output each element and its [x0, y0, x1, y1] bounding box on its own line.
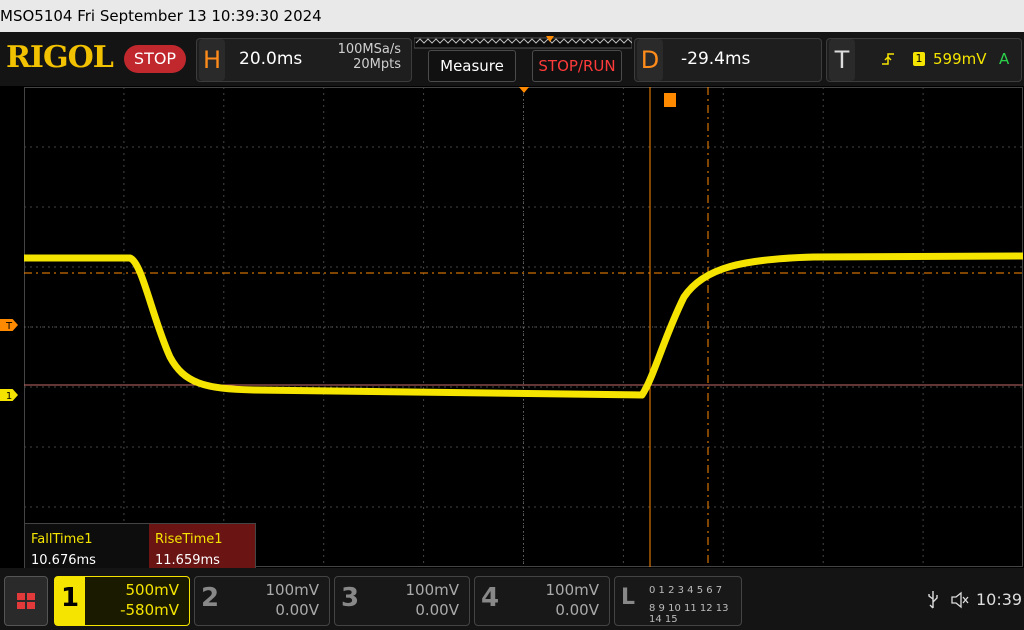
speaker-muted-icon[interactable]	[950, 591, 970, 609]
measurement-panel[interactable]: FallTime1 10.676ms RiseTime1 11.659ms	[24, 523, 256, 569]
channel-4-offset: 0.00V	[555, 601, 599, 619]
channel-3-offset: 0.00V	[415, 601, 459, 619]
trigger-level-marker[interactable]: T	[0, 319, 18, 331]
channel-3-number: 3	[341, 583, 360, 613]
top-toolbar: RIGOL STOP H 20.0ms 100MSa/s 20Mpts Meas…	[0, 32, 1024, 86]
channel-2-offset: 0.00V	[275, 601, 319, 619]
channel-1-offset: -580mV	[120, 601, 179, 619]
trigger-position-marker[interactable]	[519, 87, 529, 93]
clock: 10:39	[976, 590, 1023, 609]
timebase-value: 20.0ms	[239, 49, 303, 69]
trigger-letter: T	[829, 39, 855, 81]
sample-rate: 100MSa/s	[337, 42, 401, 57]
run-state-badge[interactable]: STOP	[124, 45, 186, 73]
measurement-fall-label: FallTime1	[31, 532, 93, 547]
delay-marker[interactable]	[664, 93, 676, 107]
channel-3-box[interactable]: 3 100mV 0.00V	[334, 576, 470, 626]
channel-4-number: 4	[481, 583, 500, 613]
channel-1-box[interactable]: 1 500mV -580mV	[54, 576, 190, 626]
logic-channels-row2: 8 9 10 11 12 13 14 15	[649, 603, 729, 625]
measurement-fall-value: 10.676ms	[31, 553, 96, 568]
channel1-ground-marker-label: 1	[5, 391, 13, 402]
horizontal-letter: H	[199, 39, 225, 81]
measurement-rise-label: RiseTime1	[155, 532, 223, 547]
usb-icon	[928, 591, 938, 609]
trigger-edge-icon	[882, 53, 894, 65]
horizontal-panel[interactable]: H 20.0ms 100MSa/s 20Mpts	[196, 38, 412, 82]
delay-value: -29.4ms	[681, 49, 751, 69]
graticule	[24, 87, 1024, 567]
measure-button[interactable]: Measure	[428, 50, 516, 82]
channel-4-scale: 100mV	[545, 581, 599, 599]
memory-depth: 20Mpts	[353, 57, 401, 72]
delay-panel[interactable]: D -29.4ms	[634, 38, 822, 82]
channel-2-scale: 100mV	[265, 581, 319, 599]
channel1-waveform	[24, 252, 1024, 399]
channel-bar: 1 500mV -580mV 2 100mV 0.00V 3 100mV 0.0…	[0, 568, 1024, 630]
logic-box[interactable]: L 0 1 2 3 4 5 6 7 8 9 10 11 12 13 14 15	[614, 576, 742, 626]
channel-1-scale: 500mV	[125, 581, 179, 599]
logic-letter: L	[621, 585, 636, 610]
title-bar: MSO5104 Fri September 13 10:39:30 2024	[0, 0, 1024, 32]
delay-letter: D	[637, 39, 663, 81]
measurement-rise: RiseTime1 11.659ms	[149, 524, 255, 568]
trigger-mode: A	[999, 50, 1010, 68]
brand-logo: RIGOL	[6, 40, 114, 75]
waveform-display[interactable]	[24, 87, 1024, 567]
measurement-fall: FallTime1 10.676ms	[25, 524, 151, 568]
title-bar-text: MSO5104 Fri September 13 10:39:30 2024	[0, 7, 322, 25]
channel-4-box[interactable]: 4 100mV 0.00V	[474, 576, 610, 626]
menu-button[interactable]	[4, 576, 48, 626]
trigger-level-marker-label: T	[5, 321, 13, 332]
waveform-overview	[414, 36, 632, 49]
channel-2-number: 2	[201, 583, 220, 613]
trigger-source-badge: 1	[913, 52, 925, 66]
trigger-panel[interactable]: T 1 599mV A	[826, 38, 1022, 82]
logic-channels-row1: 0 1 2 3 4 5 6 7	[649, 585, 723, 596]
channel-2-box[interactable]: 2 100mV 0.00V	[194, 576, 330, 626]
channel1-ground-marker[interactable]: 1	[0, 389, 18, 401]
trigger-level: 599mV	[933, 50, 987, 68]
channel-3-scale: 100mV	[405, 581, 459, 599]
channel-1-number: 1	[61, 583, 80, 613]
menu-icon	[17, 593, 35, 609]
measurement-rise-value: 11.659ms	[155, 553, 220, 568]
stop-run-button[interactable]: STOP/RUN	[532, 50, 622, 82]
